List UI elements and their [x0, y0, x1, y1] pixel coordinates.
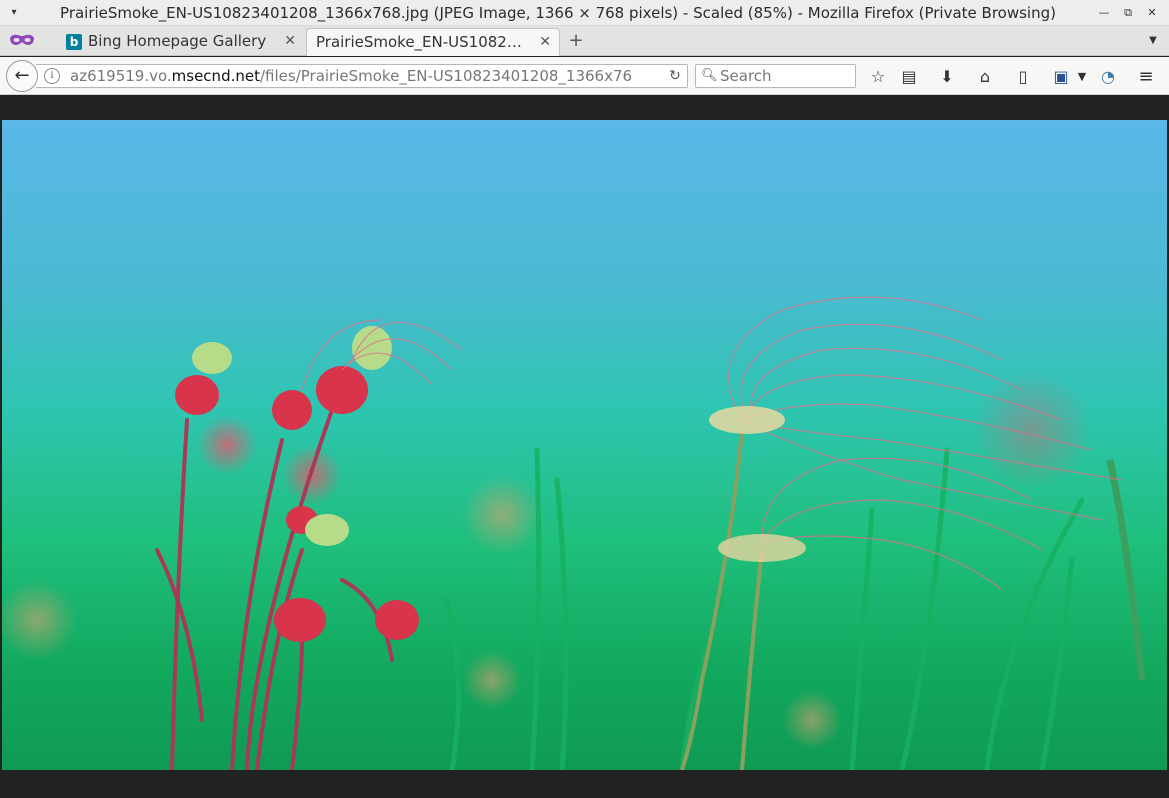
tab-close-icon[interactable]: ✕: [284, 28, 296, 54]
site-info-icon[interactable]: i: [44, 68, 60, 84]
back-arrow-icon[interactable]: ←: [6, 60, 38, 92]
tab-label: PrairieSmoke_EN-US1082…: [316, 33, 522, 51]
window-title: PrairieSmoke_EN-US10823401208_1366x768.j…: [60, 4, 1056, 22]
search-icon: 🔍︎: [701, 68, 718, 83]
tab-prairiesmoke-image[interactable]: PrairieSmoke_EN-US1082… ✕: [306, 28, 560, 56]
pocket-icon[interactable]: ◔: [1097, 66, 1119, 88]
list-all-tabs-chevron-icon[interactable]: ▼: [1144, 31, 1162, 51]
save-disk-icon[interactable]: ▣: [1050, 66, 1072, 88]
minimize-icon[interactable]: —: [1095, 4, 1113, 22]
reload-icon[interactable]: ↻: [664, 65, 686, 87]
tab-strip: b Bing Homepage Gallery ✕ PrairieSmoke_E…: [0, 26, 1169, 56]
bookmark-star-icon[interactable]: ☆: [867, 66, 889, 88]
search-input[interactable]: [720, 66, 850, 86]
reading-list-icon[interactable]: ▤: [898, 66, 920, 88]
new-tab-plus-icon[interactable]: +: [566, 31, 586, 51]
bing-favicon-icon: b: [66, 34, 82, 50]
home-icon[interactable]: ⌂: [974, 66, 996, 88]
url-bar[interactable]: i az619519.vo.msecnd.net/files/PrairieSm…: [36, 64, 688, 88]
search-box[interactable]: 🔍︎: [695, 64, 856, 88]
tab-close-icon[interactable]: ✕: [539, 29, 551, 55]
private-mask-icon: [10, 34, 34, 45]
page-note-icon[interactable]: ▯: [1012, 66, 1034, 88]
window-titlebar: ▾ PrairieSmoke_EN-US10823401208_1366x768…: [0, 0, 1169, 26]
close-icon[interactable]: ✕: [1143, 4, 1161, 22]
prairie-smoke-photo: [2, 120, 1167, 770]
tab-label: Bing Homepage Gallery: [88, 32, 267, 50]
tab-bing-homepage-gallery[interactable]: b Bing Homepage Gallery ✕: [58, 28, 304, 56]
save-dropdown-chevron-icon[interactable]: ▼: [1071, 66, 1093, 88]
navigation-toolbar: i az619519.vo.msecnd.net/files/PrairieSm…: [0, 57, 1169, 95]
page-content: [0, 96, 1169, 798]
restore-icon[interactable]: ⧉: [1119, 4, 1137, 22]
url-text[interactable]: az619519.vo.msecnd.net/files/PrairieSmok…: [70, 65, 662, 87]
photo-illustration: [2, 296, 1146, 770]
hamburger-menu-icon[interactable]: ≡: [1135, 66, 1157, 88]
downloads-arrow-icon[interactable]: ⬇: [936, 66, 958, 88]
